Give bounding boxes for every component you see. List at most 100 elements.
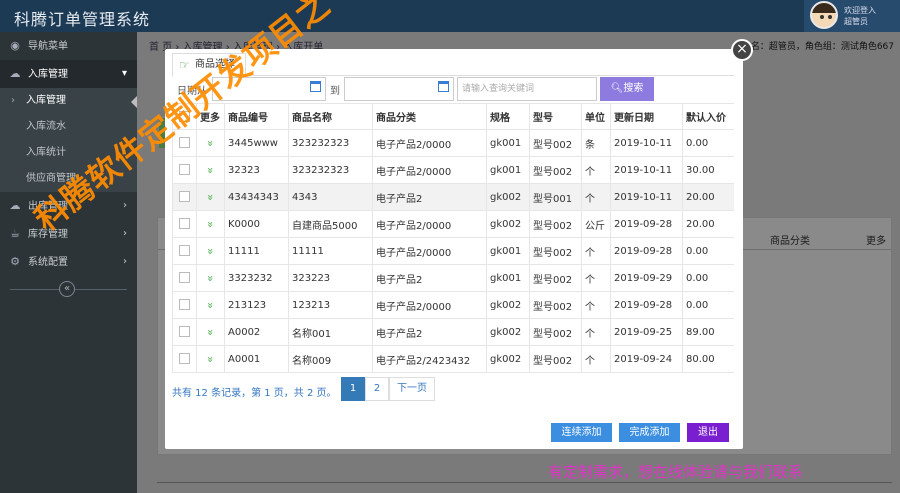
row-checkbox-cell[interactable] (172, 318, 197, 346)
cell-category: 电子产品2 (372, 264, 487, 292)
cell-name: 自建商品5000 (288, 210, 373, 238)
sidebar-subitem-inbound-manage[interactable]: 入库管理 (0, 88, 138, 114)
pagination-summary: 共有 12 条记录，第 1 页，共 2 页。 (172, 388, 337, 399)
collapse-sidebar-button[interactable]: « (59, 281, 75, 297)
expand-more-icon[interactable]: » (196, 291, 225, 319)
row-checkbox[interactable] (179, 164, 190, 176)
cell-model: 型号002 (529, 156, 582, 184)
table-row[interactable]: » 11111 11111 电子产品2/0000 gk001 型号002 个 2019-09-… (172, 237, 734, 265)
row-checkbox[interactable] (179, 272, 190, 284)
finish-add-button[interactable]: 完成添加 (619, 423, 680, 442)
cell-category: 电子产品2/0000 (372, 291, 487, 319)
table-row[interactable]: » 213123 123213 电子产品2/0000 gk002 型号002 个 2019-0… (172, 291, 734, 319)
cell-unit: 个 (581, 237, 611, 265)
column-header-unit: 单位 (581, 103, 611, 130)
date-to-label: 到 (330, 86, 340, 97)
expand-more-icon[interactable]: » (196, 264, 225, 292)
row-checkbox-cell[interactable] (172, 183, 197, 211)
chevron-down-icon: ▾ (121, 68, 127, 79)
exit-button[interactable]: 退出 (687, 423, 729, 442)
table-row[interactable]: » A0001 名称009 电子产品2/2423432 gk002 型号002 个 2019-… (172, 345, 734, 373)
close-icon[interactable]: × (731, 39, 753, 61)
cell-price: 0.00 (682, 291, 734, 319)
sidebar-item-label: 入库管理 (28, 69, 68, 80)
table-row[interactable]: » 43434343 4343 电子产品2 gk002 型号001 个 2019-10-11 2… (172, 183, 734, 211)
avatar[interactable] (810, 1, 838, 29)
cell-updated: 2019-09-28 (610, 291, 683, 319)
user-menu[interactable]: 欢迎登入 超管员 (804, 0, 900, 32)
sidebar-item-inbound[interactable]: ☁ 入库管理 ▾ (0, 60, 137, 88)
page-1-button[interactable]: 1 (341, 377, 365, 401)
cell-price: 20.00 (682, 210, 734, 238)
background-scrollbar[interactable] (157, 482, 892, 486)
cell-name: 11111 (288, 237, 373, 265)
cell-category: 电子产品2/2423432 (372, 345, 487, 373)
sidebar-item-settings[interactable]: ⚙ 系统配置 › (0, 248, 137, 276)
sidebar-item-navigation[interactable]: ◉ 导航菜单 (0, 32, 137, 60)
cell-code: 11111 (224, 237, 289, 265)
row-checkbox[interactable] (179, 353, 190, 365)
sidebar: ◉导航菜单 ☁入库管理 ▾ 入库管理 入库流水 入库统计 供应商管理 ☁出库管理… (0, 32, 138, 493)
row-checkbox-cell[interactable] (172, 237, 197, 265)
cell-name: 4343 (288, 183, 373, 211)
cell-unit: 个 (581, 345, 611, 373)
cell-model: 型号002 (529, 318, 582, 346)
row-checkbox-cell[interactable] (172, 291, 197, 319)
expand-more-icon[interactable]: » (196, 183, 225, 211)
table-row[interactable]: » K0000 自建商品5000 电子产品2/0000 gk002 型号002 公斤 2019… (172, 210, 734, 238)
expand-more-icon[interactable]: » (196, 318, 225, 346)
row-checkbox-cell[interactable] (172, 210, 197, 238)
row-checkbox[interactable] (179, 245, 190, 257)
page-2-button[interactable]: 2 (365, 377, 389, 401)
row-checkbox[interactable] (179, 218, 190, 230)
expand-more-icon[interactable]: » (196, 345, 225, 373)
user-name: 超管员 (844, 17, 868, 26)
table-row[interactable]: » 32323 323232323 电子产品2/0000 gk001 型号002 个 2019… (172, 156, 734, 184)
cloud-upload-icon: ☁ (9, 67, 21, 80)
cell-category: 电子产品2/0000 (372, 210, 487, 238)
row-checkbox-cell[interactable] (172, 345, 197, 373)
search-input[interactable]: 请输入查询关键词 (457, 77, 597, 101)
row-checkbox[interactable] (179, 299, 190, 311)
sidebar-collapse-bar: « (0, 280, 137, 298)
cell-category: 电子产品2 (372, 183, 487, 211)
row-checkbox-cell[interactable] (172, 264, 197, 292)
cell-updated: 2019-10-11 (610, 183, 683, 211)
expand-more-icon[interactable]: » (196, 237, 225, 265)
expand-more-icon[interactable]: » (196, 210, 225, 238)
expand-more-icon[interactable]: » (196, 129, 225, 157)
cell-code: A0001 (224, 345, 289, 373)
cell-spec: gk001 (486, 156, 530, 184)
background-header-more: 更多 (866, 236, 886, 247)
table-row[interactable]: » A0002 名称001 电子产品2 gk002 型号002 个 2019-09-25 89.… (172, 318, 734, 346)
cell-spec: gk002 (486, 210, 530, 238)
chevron-down-icon: » (203, 274, 217, 282)
cell-model: 型号001 (529, 183, 582, 211)
column-header-category: 商品分类 (372, 103, 487, 130)
column-header-price: 默认入价 (682, 103, 734, 130)
row-checkbox[interactable] (179, 191, 190, 203)
user-role-info: 名：超管员，角色组：测试角色667 (750, 42, 894, 52)
product-table-body: » 3445www 323232323 电子产品2/0000 gk001 型号002 条 20… (172, 129, 734, 373)
search-button[interactable]: 🔍︎搜索 (600, 77, 654, 101)
chevron-right-icon: › (123, 200, 127, 211)
cup-icon: ☕ (10, 227, 20, 240)
next-page-button[interactable]: 下一页 (389, 377, 435, 401)
sidebar-item-label: 导航菜单 (28, 41, 68, 52)
search-button-label: 搜索 (623, 83, 644, 94)
date-to-field[interactable] (344, 77, 454, 101)
cell-spec: gk002 (486, 318, 530, 346)
product-select-modal: ☞ 商品选择 日期从 到 请输入查询关键词 🔍︎搜索 更多 商品编号 商品名称 … (165, 49, 743, 449)
table-row[interactable]: » 3323232 323223 电子产品2 gk001 型号002 个 2019-09-29… (172, 264, 734, 292)
continue-add-button[interactable]: 连续添加 (551, 423, 612, 442)
calendar-icon[interactable] (438, 81, 449, 92)
calendar-icon[interactable] (310, 81, 321, 92)
row-checkbox[interactable] (179, 326, 190, 338)
cell-model: 型号002 (529, 129, 582, 157)
table-header-row: 更多 商品编号 商品名称 商品分类 规格 型号 单位 更新日期 默认入价 (172, 103, 734, 130)
expand-more-icon[interactable]: » (196, 156, 225, 184)
row-checkbox-cell[interactable] (172, 156, 197, 184)
table-row[interactable]: » 3445www 323232323 电子产品2/0000 gk001 型号002 条 20… (172, 129, 734, 157)
chevron-down-icon: » (203, 328, 217, 336)
cell-model: 型号002 (529, 291, 582, 319)
